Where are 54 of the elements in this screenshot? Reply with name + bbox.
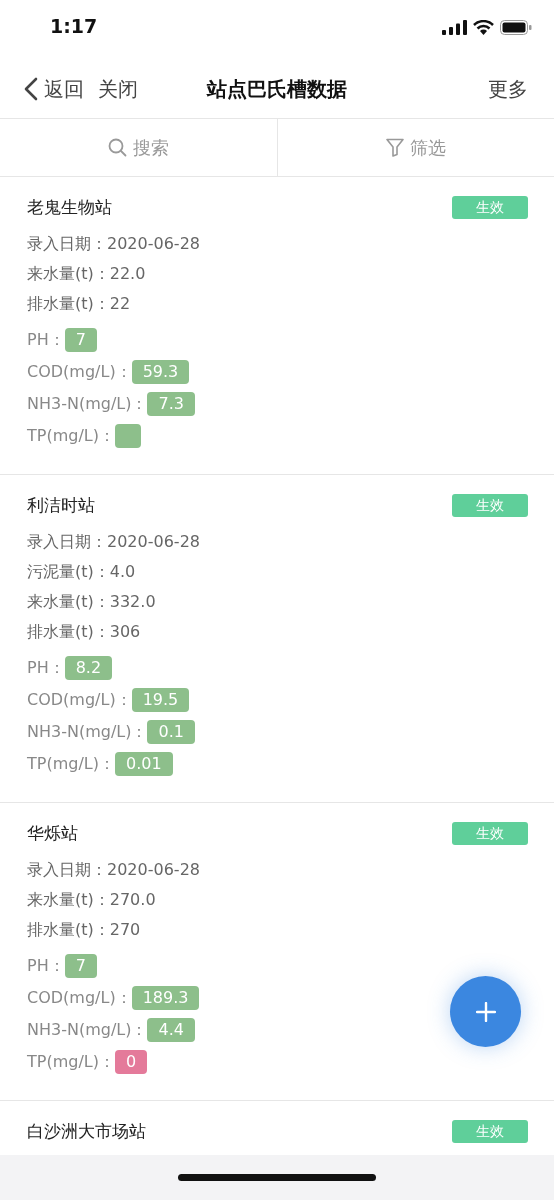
station-name: 华烁站 [27, 821, 78, 845]
search-icon [107, 138, 127, 157]
page-title: 站点巴氏槽数据 [207, 76, 347, 101]
info-text: 来水量(t)：270.0 [27, 889, 157, 911]
metric-label: PH： [27, 657, 65, 679]
status-tag: 生效 [452, 493, 528, 517]
close-button[interactable]: 关闭 [98, 75, 138, 103]
filter-icon [385, 138, 404, 157]
metric-label: COD(mg/L)： [27, 361, 132, 383]
value-chip: 7 [64, 328, 97, 352]
wifi-icon [473, 19, 494, 35]
station-name: 老鬼生物站 [27, 195, 112, 219]
value-chip: 4.4 [147, 1018, 195, 1042]
metric-label: NH3-N(mg/L)： [27, 721, 148, 743]
metric-label: PH： [27, 955, 65, 977]
station-name: 白沙洲大市场站 [27, 1119, 146, 1143]
info-text: 录入日期：2020-06-28 [27, 859, 201, 881]
value-chip: 7 [64, 954, 97, 978]
status-tag: 生效 [452, 1119, 528, 1143]
metric-label: TP(mg/L)： [27, 425, 115, 447]
metric-label: NH3-N(mg/L)： [27, 1019, 148, 1041]
value-chip: 8.2 [64, 656, 113, 680]
metric-label: NH3-N(mg/L)： [27, 393, 148, 415]
back-button[interactable]: 返回 [24, 75, 84, 103]
value-chip: 0.01 [114, 752, 173, 776]
value-chip: 19.5 [131, 688, 190, 712]
status-tag: 生效 [452, 821, 528, 845]
value-chip: 189.3 [131, 986, 200, 1010]
value-chip: 59.3 [131, 360, 190, 384]
info-text: 录入日期：2020-06-28 [27, 531, 201, 553]
more-button[interactable]: 更多 [488, 75, 528, 103]
add-button[interactable] [450, 976, 521, 1047]
metric-label: TP(mg/L)： [27, 1051, 115, 1073]
info-text: 排水量(t)：270 [27, 919, 142, 941]
plus-icon [475, 1001, 496, 1022]
info-text: 排水量(t)：306 [27, 621, 142, 643]
chevron-left-icon [24, 77, 38, 101]
metric-label: PH： [27, 329, 65, 351]
battery-icon [500, 19, 532, 35]
station-name: 利洁时站 [27, 493, 95, 517]
metric-label: TP(mg/L)： [27, 753, 115, 775]
info-text: 污泥量(t)：4.0 [27, 561, 137, 583]
info-text: 排水量(t)：22 [27, 293, 132, 315]
value-chip: 7.3 [147, 392, 195, 416]
clock-time: 1:17 [50, 15, 98, 37]
info-text: 录入日期：2020-06-28 [27, 233, 201, 255]
signal-icon [442, 19, 467, 35]
metric-label: COD(mg/L)： [27, 689, 132, 711]
value-chip: 0 [114, 1050, 148, 1074]
value-chip: 0.1 [147, 720, 195, 744]
info-text: 来水量(t)：22.0 [27, 263, 147, 285]
status-tag: 生效 [452, 195, 528, 219]
info-text: 来水量(t)：332.0 [27, 591, 157, 613]
metric-label: COD(mg/L)： [27, 987, 132, 1009]
